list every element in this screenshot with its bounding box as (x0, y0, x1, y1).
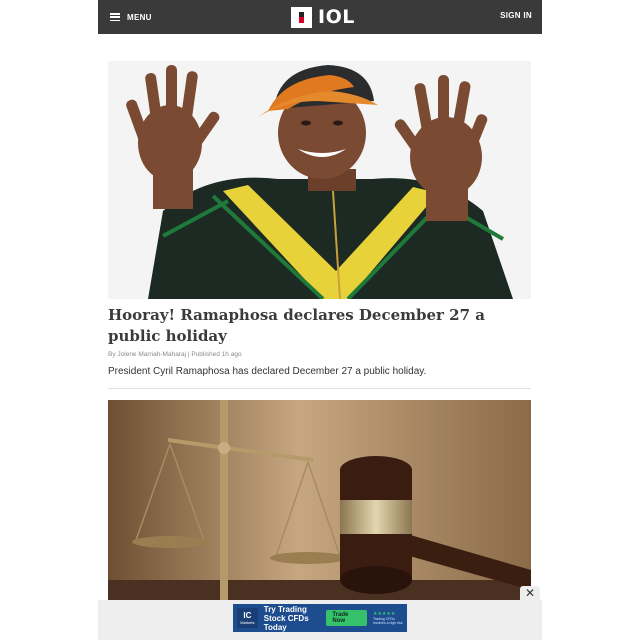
sign-in-link[interactable]: SIGN IN (500, 11, 532, 20)
article-image-ramaphosa[interactable] (108, 61, 531, 299)
advertisement[interactable]: IC Markets Try Trading Stock CFDs Today … (233, 604, 407, 632)
brand-name: IOL (318, 6, 355, 28)
site-logo[interactable]: IOL (291, 6, 355, 28)
menu-label: MENU (127, 12, 152, 22)
article-summary: President Cyril Ramaphosa has declared D… (108, 366, 427, 377)
ad-logo-icon: IC Markets (237, 608, 258, 628)
ad-disclaimer: Trading CFDs involves a high risk (372, 616, 403, 625)
page-viewport: MENU IOL SIGN IN Hooray! Ramaphosa decla… (98, 0, 542, 640)
article-byline: By Jolene Marriah-Maharaj | Published 1h… (108, 351, 242, 358)
hamburger-icon (110, 13, 120, 21)
article-divider (108, 388, 531, 389)
article-headline[interactable]: Hooray! Ramaphosa declares December 27 a… (108, 305, 528, 347)
article-image-justice[interactable] (108, 400, 531, 600)
gavel-scales-photo (108, 400, 531, 600)
logo-icon (291, 6, 312, 28)
menu-button[interactable]: MENU (110, 10, 152, 24)
ad-cta-button[interactable]: Trade Now (326, 610, 367, 626)
top-navigation-bar: MENU IOL SIGN IN (98, 0, 542, 34)
ramaphosa-photo (108, 61, 531, 299)
close-ad-button[interactable]: ✕ (520, 586, 540, 600)
ad-headline: Try Trading Stock CFDs Today (263, 604, 309, 632)
ad-logo-mark: IC (243, 610, 252, 620)
ad-logo-name: Markets (240, 619, 255, 625)
